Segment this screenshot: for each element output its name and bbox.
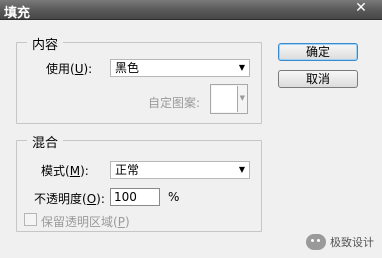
opacity-unit: % [168, 190, 180, 204]
preserve-transparency-text: 保留透明区域 [41, 215, 114, 229]
use-label-mnemonic: U [74, 62, 84, 76]
use-select[interactable]: 黑色 ▼ [110, 59, 250, 77]
opacity-input[interactable]: 100 [110, 188, 160, 206]
ok-button[interactable]: 确定 [278, 43, 358, 61]
mode-select[interactable]: 正常 ▼ [110, 161, 250, 179]
title-bar: 填充 ✕ [0, 0, 382, 21]
watermark: 极致设计 [306, 234, 374, 250]
custom-pattern-picker[interactable]: ▼ [210, 84, 248, 114]
blend-group-legend: 混合 [27, 132, 64, 151]
window-title: 填充 [4, 6, 31, 21]
use-label-text: 使用 [46, 62, 71, 76]
close-icon[interactable]: ✕ [346, 0, 376, 17]
use-label: 使用(U): [46, 62, 93, 76]
mode-label-text: 模式 [41, 164, 66, 178]
use-select-value: 黑色 [115, 61, 140, 75]
preserve-transparency-checkbox[interactable] [24, 213, 37, 226]
mode-label: 模式(M): [41, 164, 89, 178]
opacity-label: 不透明度(O): [34, 192, 105, 206]
chevron-down-icon: ▼ [238, 165, 245, 174]
custom-pattern-label: 自定图案: [148, 96, 201, 110]
chevron-down-icon: ▼ [239, 94, 245, 102]
cancel-button[interactable]: 取消 [278, 70, 358, 88]
watermark-text: 极致设计 [330, 236, 374, 249]
pattern-swatch [212, 86, 238, 112]
preserve-transparency-label: 保留透明区域(P) [41, 215, 130, 229]
wechat-icon [306, 234, 326, 250]
opacity-label-text: 不透明度 [34, 192, 83, 206]
opacity-label-mnemonic: O [86, 192, 97, 206]
chevron-down-icon: ▼ [238, 63, 245, 72]
mode-select-value: 正常 [115, 163, 140, 177]
content-group-legend: 内容 [27, 34, 64, 53]
mode-label-mnemonic: M [69, 164, 81, 178]
preserve-transparency-mnemonic: P [117, 215, 125, 229]
